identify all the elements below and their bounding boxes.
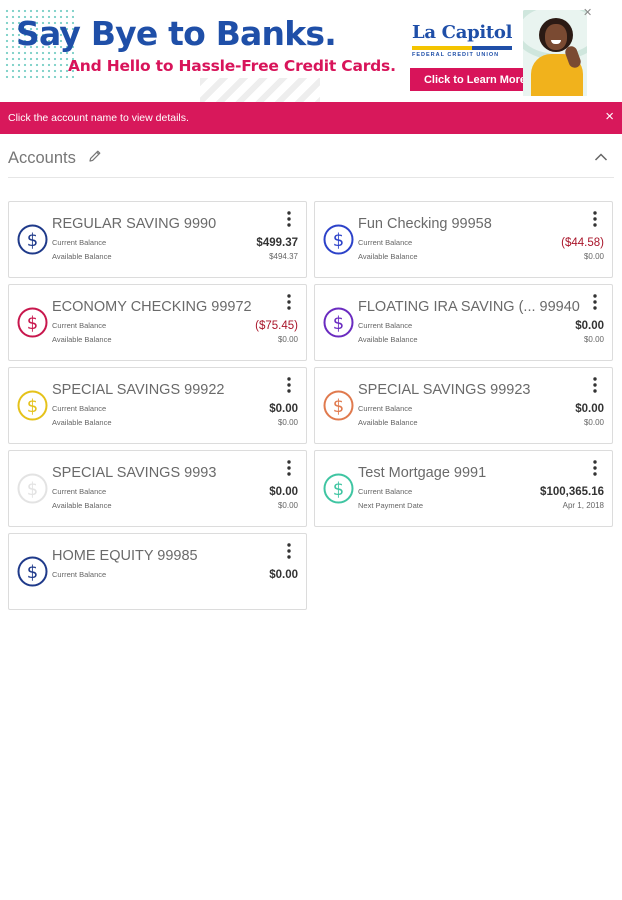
- notice-close-icon[interactable]: ×: [605, 109, 614, 125]
- account-name-link[interactable]: SPECIAL SAVINGS 99923: [358, 382, 530, 398]
- more-vert-icon[interactable]: [592, 376, 598, 394]
- account-name-link[interactable]: Fun Checking 99958: [358, 216, 492, 232]
- account-name-link[interactable]: SPECIAL SAVINGS 9993: [52, 465, 216, 481]
- svg-text:$: $: [27, 313, 38, 334]
- account-card[interactable]: $ SPECIAL SAVINGS 99923 Current Balance …: [314, 367, 613, 444]
- secondary-label: Available Balance: [358, 418, 418, 427]
- pencil-icon[interactable]: [87, 148, 103, 164]
- account-card[interactable]: $ SPECIAL SAVINGS 9993 Current Balance $…: [8, 450, 307, 527]
- svg-text:$: $: [27, 396, 38, 417]
- current-balance-label: Current Balance: [52, 321, 107, 330]
- svg-text:$: $: [333, 230, 344, 251]
- banner-headline: Say Bye to Banks.: [16, 14, 337, 53]
- secondary-label: Available Balance: [52, 252, 112, 261]
- current-balance-label: Current Balance: [358, 238, 413, 247]
- accounts-title: Accounts: [8, 149, 76, 167]
- dollar-coin-icon: $: [323, 390, 354, 421]
- notice-message: Click the account name to view details.: [8, 112, 189, 124]
- secondary-value: $0.00: [277, 335, 298, 344]
- dollar-coin-icon: $: [323, 307, 354, 338]
- svg-text:$: $: [27, 230, 38, 251]
- accounts-header: Accounts: [8, 146, 614, 178]
- promo-banner[interactable]: Say Bye to Banks. And Hello to Hassle-Fr…: [0, 0, 622, 102]
- current-balance-value: $0.00: [575, 403, 604, 415]
- brand-underline: [412, 46, 512, 50]
- account-name-link[interactable]: SPECIAL SAVINGS 99922: [52, 382, 224, 398]
- more-vert-icon[interactable]: [286, 210, 292, 228]
- more-vert-icon[interactable]: [286, 376, 292, 394]
- current-balance-label: Current Balance: [52, 238, 107, 247]
- secondary-label: Next Payment Date: [358, 501, 424, 510]
- dollar-coin-icon: $: [323, 473, 354, 504]
- account-card[interactable]: $ Test Mortgage 9991 Current Balance $10…: [314, 450, 613, 527]
- account-card[interactable]: $ REGULAR SAVING 9990 Current Balance $4…: [8, 201, 307, 278]
- current-balance-value: $0.00: [575, 320, 604, 332]
- dollar-coin-icon: $: [17, 224, 48, 255]
- secondary-value: $494.37: [269, 252, 298, 261]
- secondary-label: Available Balance: [358, 252, 418, 261]
- current-balance-label: Current Balance: [358, 404, 413, 413]
- current-balance-value: $0.00: [269, 569, 298, 581]
- brand-logo: La Capitol FEDERAL CREDIT UNION: [412, 22, 516, 58]
- dollar-coin-icon: $: [17, 307, 48, 338]
- dollar-coin-icon: $: [17, 473, 48, 504]
- svg-text:$: $: [27, 562, 38, 583]
- current-balance-value: $499.37: [256, 237, 298, 249]
- dollar-coin-icon: $: [17, 390, 48, 421]
- account-card[interactable]: $ Fun Checking 99958 Current Balance ($4…: [314, 201, 613, 278]
- secondary-label: Available Balance: [52, 501, 112, 510]
- notice-bar: Click the account name to view details. …: [0, 102, 622, 134]
- account-name-link[interactable]: HOME EQUITY 99985: [52, 548, 198, 564]
- dollar-coin-icon: $: [323, 224, 354, 255]
- more-vert-icon[interactable]: [286, 542, 292, 560]
- svg-text:$: $: [333, 313, 344, 334]
- secondary-value: $0.00: [583, 335, 604, 344]
- brand-name: La Capitol: [412, 22, 513, 43]
- secondary-value: $0.00: [277, 418, 298, 427]
- current-balance-label: Current Balance: [358, 321, 413, 330]
- dollar-coin-icon: $: [17, 556, 48, 587]
- account-name-link[interactable]: ECONOMY CHECKING 99972: [52, 299, 252, 315]
- account-card[interactable]: $ HOME EQUITY 99985 Current Balance $0.0…: [8, 533, 307, 610]
- secondary-label: Available Balance: [52, 335, 112, 344]
- current-balance-label: Current Balance: [358, 487, 413, 496]
- more-vert-icon[interactable]: [592, 459, 598, 477]
- secondary-value: Apr 1, 2018: [562, 501, 604, 510]
- banner-close-icon[interactable]: ✕: [583, 6, 592, 19]
- secondary-value: $0.00: [277, 501, 298, 510]
- svg-text:$: $: [333, 479, 344, 500]
- svg-text:$: $: [333, 396, 344, 417]
- account-name-link[interactable]: FLOATING IRA SAVING (... 99940: [358, 299, 580, 315]
- current-balance-label: Current Balance: [52, 570, 107, 579]
- current-balance-value: $100,365.16: [540, 486, 604, 498]
- secondary-value: $0.00: [583, 252, 604, 261]
- svg-text:$: $: [27, 479, 38, 500]
- learn-more-button[interactable]: Click to Learn More: [410, 68, 540, 91]
- secondary-value: $0.00: [583, 418, 604, 427]
- account-card[interactable]: $ ECONOMY CHECKING 99972 Current Balance…: [8, 284, 307, 361]
- current-balance-value: $0.00: [269, 486, 298, 498]
- more-vert-icon[interactable]: [592, 210, 598, 228]
- secondary-label: Available Balance: [52, 418, 112, 427]
- account-card[interactable]: $ SPECIAL SAVINGS 99922 Current Balance …: [8, 367, 307, 444]
- more-vert-icon[interactable]: [286, 459, 292, 477]
- account-name-link[interactable]: REGULAR SAVING 9990: [52, 216, 216, 232]
- brand-subtitle: FEDERAL CREDIT UNION: [412, 52, 500, 58]
- current-balance-value: ($44.58): [561, 237, 604, 249]
- more-vert-icon[interactable]: [286, 293, 292, 311]
- account-name-link[interactable]: Test Mortgage 9991: [358, 465, 486, 481]
- current-balance-value: $0.00: [269, 403, 298, 415]
- banner-subline: And Hello to Hassle-Free Credit Cards.: [68, 57, 396, 75]
- current-balance-value: ($75.45): [255, 320, 298, 332]
- account-card[interactable]: $ FLOATING IRA SAVING (... 99940 Current…: [314, 284, 613, 361]
- banner-photo: [523, 10, 587, 96]
- chevron-up-icon[interactable]: [594, 152, 608, 162]
- current-balance-label: Current Balance: [52, 404, 107, 413]
- more-vert-icon[interactable]: [592, 293, 598, 311]
- current-balance-label: Current Balance: [52, 487, 107, 496]
- banner-stripe-pattern: [200, 78, 320, 102]
- secondary-label: Available Balance: [358, 335, 418, 344]
